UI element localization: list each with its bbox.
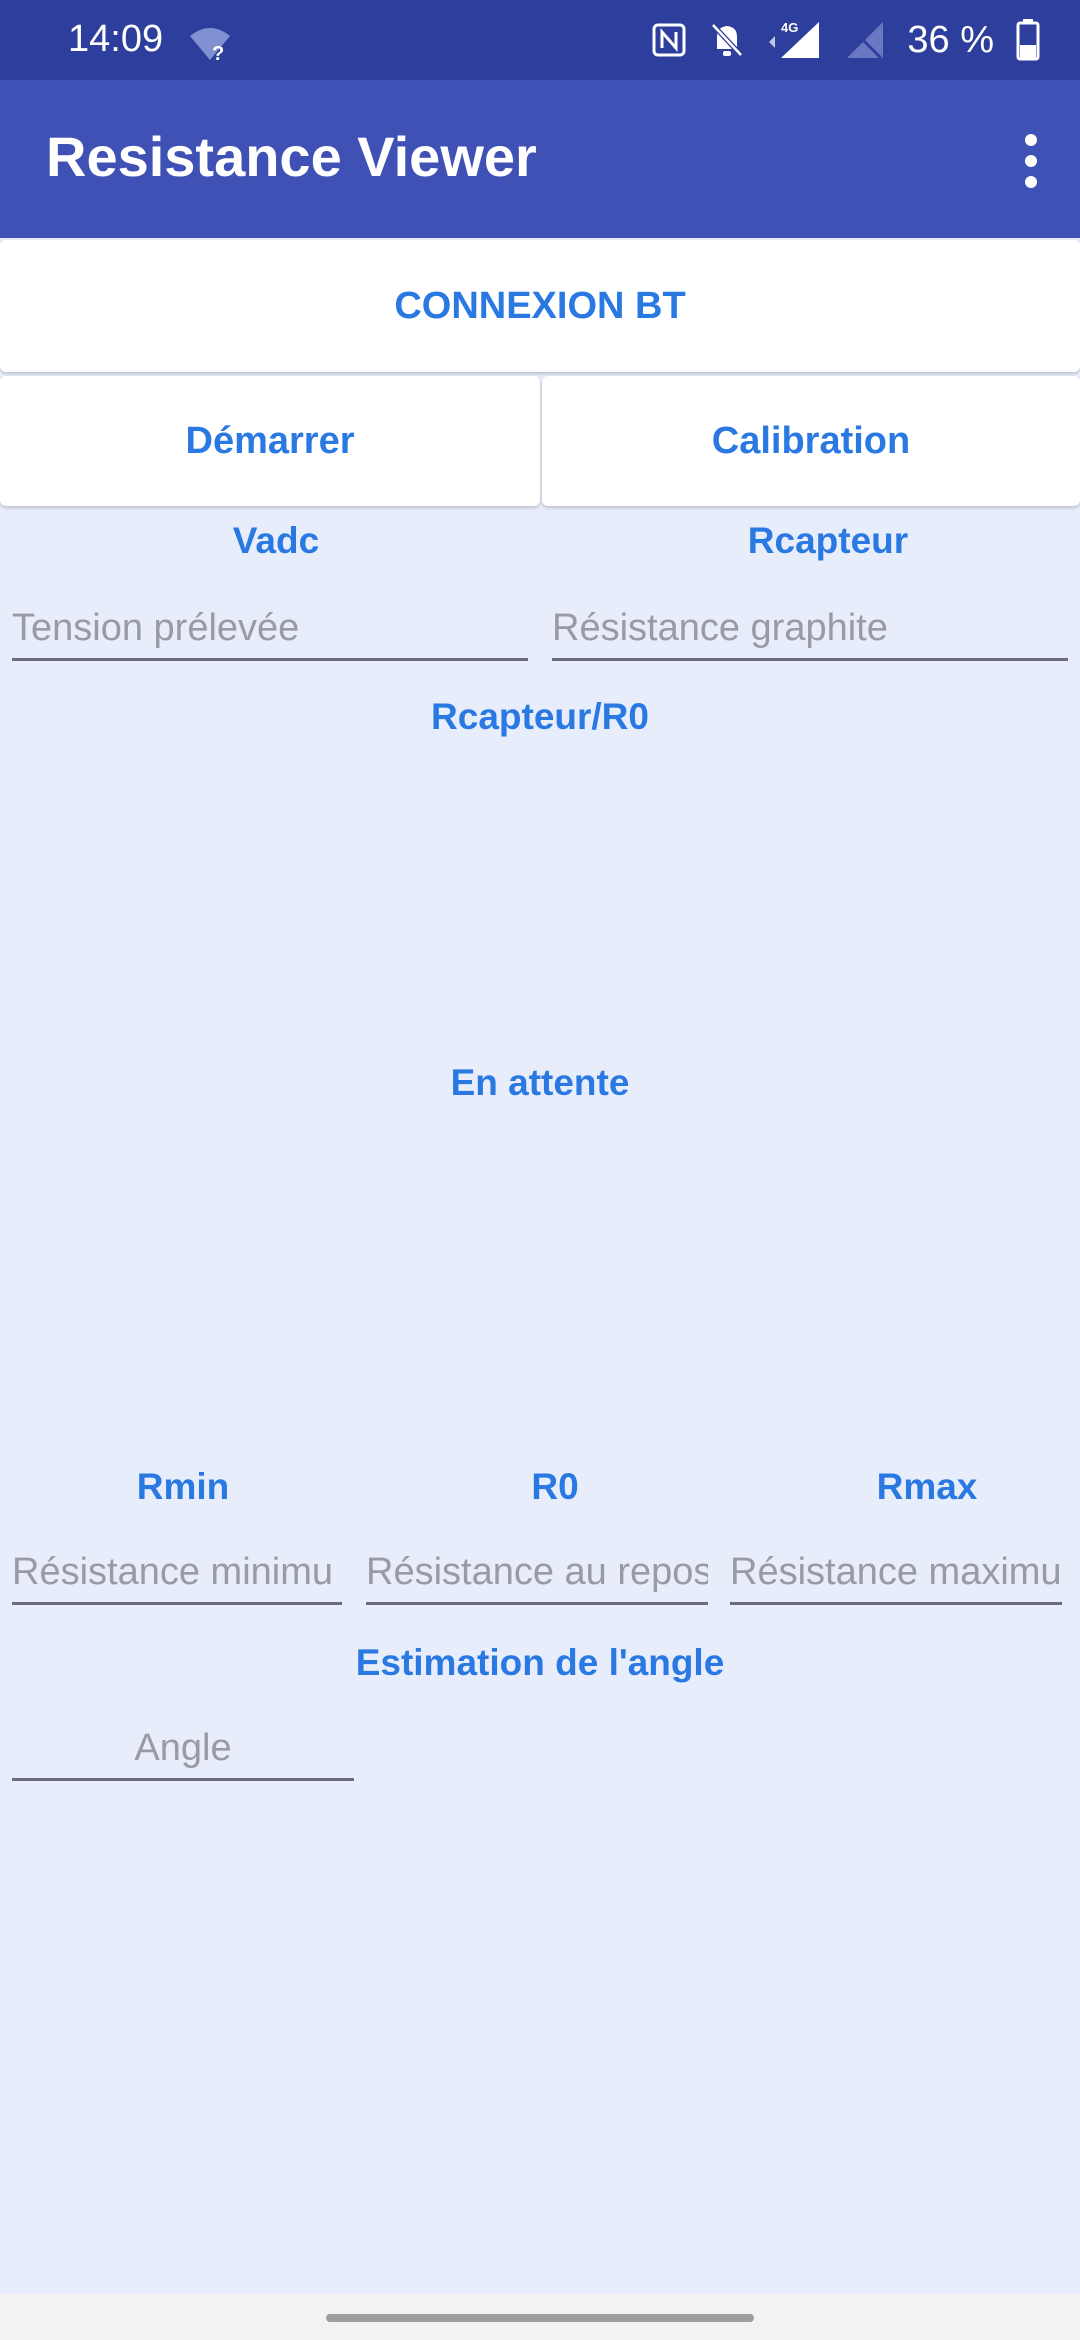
rmin-field[interactable]: Résistance minimu xyxy=(12,1542,342,1605)
battery-percent: 36 % xyxy=(907,18,994,61)
r0-label: R0 xyxy=(531,1466,579,1507)
r0-field[interactable]: Résistance au repos xyxy=(366,1542,708,1605)
bluetooth-connect-button[interactable]: CONNEXION BT xyxy=(0,240,1080,372)
bell-off-icon xyxy=(711,23,744,57)
app-title: Resistance Viewer xyxy=(46,125,537,188)
wifi-question-icon: ? xyxy=(190,28,230,62)
signal-4g-icon: 4G xyxy=(769,20,820,58)
vadc-label: Vadc xyxy=(232,520,320,561)
status-text: En attente xyxy=(450,1062,630,1103)
rmin-label: Rmin xyxy=(136,1466,230,1507)
more-vert-icon[interactable] xyxy=(1006,128,1056,194)
calibration-button[interactable]: Calibration xyxy=(542,376,1080,506)
nfc-icon xyxy=(652,23,686,57)
rcapteur-field[interactable]: Résistance graphite xyxy=(552,598,1068,661)
status-bar: 14:09 ? 4G 36 % xyxy=(0,0,1080,80)
rmax-field[interactable]: Résistance maximu xyxy=(730,1542,1062,1605)
rcapteur-label: Rcapteur xyxy=(747,520,909,561)
angle-label: Estimation de l'angle xyxy=(355,1642,725,1683)
app-bar: Resistance Viewer xyxy=(0,80,1080,238)
status-icons: 4G 36 % xyxy=(651,16,1040,64)
status-time: 14:09 xyxy=(68,18,164,60)
vadc-field[interactable]: Tension prélevée xyxy=(12,598,528,661)
rmax-label: Rmax xyxy=(876,1466,978,1507)
svg-text:?: ? xyxy=(212,43,224,62)
signal-empty-icon xyxy=(847,22,884,60)
navigation-bar xyxy=(0,2294,1080,2340)
home-handle[interactable] xyxy=(326,2314,754,2322)
start-button[interactable]: Démarrer xyxy=(0,376,540,506)
battery-icon xyxy=(1016,19,1040,61)
svg-text:4G: 4G xyxy=(781,20,798,35)
ratio-label: Rcapteur/R0 xyxy=(431,696,649,737)
angle-field[interactable]: Angle xyxy=(12,1718,354,1781)
